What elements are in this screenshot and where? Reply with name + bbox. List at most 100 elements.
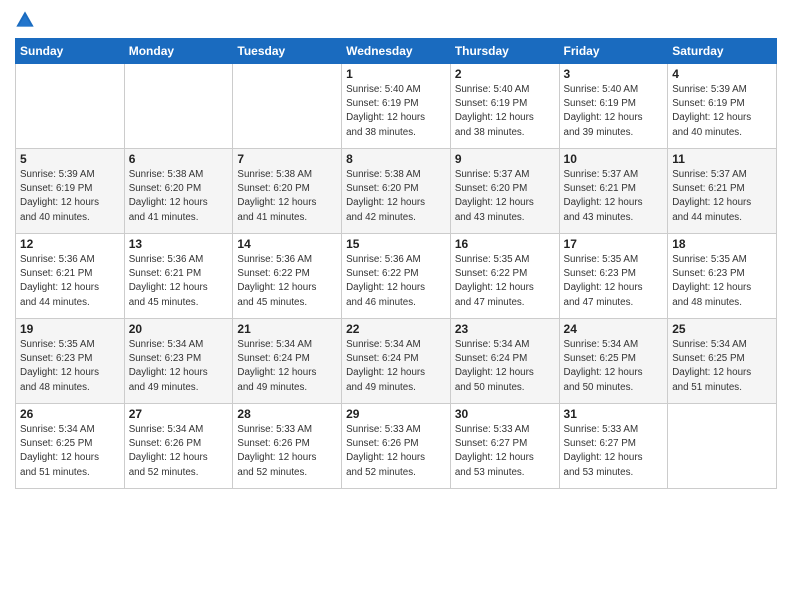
week-row-3: 12 Sunrise: 5:36 AM Sunset: 6:21 PM Dayli… <box>16 234 777 319</box>
day-cell: 26Sunrise: 5:34 AM Sunset: 6:25 PM Dayli… <box>16 404 125 489</box>
day-info: Sunrise: 5:35 AM Sunset: 6:23 PM Dayligh… <box>564 253 664 310</box>
day-info: Sunrise: 5:33 AM Sunset: 6:27 PM Dayligh… <box>564 423 664 480</box>
day-cell <box>668 404 777 489</box>
day-info: Sunrise: 5:39 AM Sunset: 6:19 PM Dayligh… <box>672 83 772 140</box>
day-info: Sunrise: 5:33 AM Sunset: 6:27 PM Dayligh… <box>455 423 555 480</box>
day-number: 6 <box>129 152 229 166</box>
day-cell: 30 Sunrise: 5:33 AM Sunset: 6:27 PM Dayli… <box>450 404 559 489</box>
day-number: 30 <box>455 407 555 421</box>
day-cell: 1 Sunrise: 5:40 AM Sunset: 6:19 PM Daylig… <box>342 64 451 149</box>
day-info: Sunrise: 5:37 AM Sunset: 6:21 PM Dayligh… <box>564 168 664 225</box>
day-info: Sunrise: 5:38 AM Sunset: 6:20 PM Dayligh… <box>237 168 337 225</box>
day-cell: 11Sunrise: 5:37 AM Sunset: 6:21 PM Dayli… <box>668 149 777 234</box>
day-number: 7 <box>237 152 337 166</box>
weekday-header-monday: Monday <box>124 39 233 64</box>
day-cell: 15 Sunrise: 5:36 AM Sunset: 6:22 PM Dayli… <box>342 234 451 319</box>
day-info: Sunrise: 5:39 AM Sunset: 6:19 PM Dayligh… <box>20 168 120 225</box>
day-info: Sunrise: 5:33 AM Sunset: 6:26 PM Dayligh… <box>346 423 446 480</box>
header <box>15 10 777 30</box>
day-number: 4 <box>672 67 772 81</box>
day-info: Sunrise: 5:36 AM Sunset: 6:22 PM Dayligh… <box>346 253 446 310</box>
logo <box>15 10 39 30</box>
day-number: 25 <box>672 322 772 336</box>
day-cell: 17 Sunrise: 5:35 AM Sunset: 6:23 PM Dayli… <box>559 234 668 319</box>
day-info: Sunrise: 5:36 AM Sunset: 6:22 PM Dayligh… <box>237 253 337 310</box>
day-info: Sunrise: 5:40 AM Sunset: 6:19 PM Dayligh… <box>455 83 555 140</box>
weekday-header-wednesday: Wednesday <box>342 39 451 64</box>
day-number: 18 <box>672 237 772 251</box>
day-cell: 2 Sunrise: 5:40 AM Sunset: 6:19 PM Daylig… <box>450 64 559 149</box>
day-cell: 21Sunrise: 5:34 AM Sunset: 6:24 PM Dayli… <box>233 319 342 404</box>
day-number: 24 <box>564 322 664 336</box>
day-cell: 20 Sunrise: 5:34 AM Sunset: 6:23 PM Dayli… <box>124 319 233 404</box>
day-number: 12 <box>20 237 120 251</box>
day-info: Sunrise: 5:40 AM Sunset: 6:19 PM Dayligh… <box>346 83 446 140</box>
day-cell: 23 Sunrise: 5:34 AM Sunset: 6:24 PM Dayli… <box>450 319 559 404</box>
day-number: 17 <box>564 237 664 251</box>
day-cell: 4 Sunrise: 5:39 AM Sunset: 6:19 PM Daylig… <box>668 64 777 149</box>
day-info: Sunrise: 5:33 AM Sunset: 6:26 PM Dayligh… <box>237 423 337 480</box>
day-number: 5 <box>20 152 120 166</box>
day-cell: 9Sunrise: 5:37 AM Sunset: 6:20 PM Daylig… <box>450 149 559 234</box>
day-number: 19 <box>20 322 120 336</box>
day-cell: 29Sunrise: 5:33 AM Sunset: 6:26 PM Dayli… <box>342 404 451 489</box>
day-info: Sunrise: 5:34 AM Sunset: 6:24 PM Dayligh… <box>346 338 446 395</box>
day-info: Sunrise: 5:35 AM Sunset: 6:23 PM Dayligh… <box>672 253 772 310</box>
day-number: 3 <box>564 67 664 81</box>
day-cell: 24 Sunrise: 5:34 AM Sunset: 6:25 PM Dayli… <box>559 319 668 404</box>
day-number: 31 <box>564 407 664 421</box>
day-cell: 10 Sunrise: 5:37 AM Sunset: 6:21 PM Dayli… <box>559 149 668 234</box>
calendar: SundayMondayTuesdayWednesdayThursdayFrid… <box>15 38 777 489</box>
weekday-header-saturday: Saturday <box>668 39 777 64</box>
day-info: Sunrise: 5:37 AM Sunset: 6:21 PM Dayligh… <box>672 168 772 225</box>
day-info: Sunrise: 5:34 AM Sunset: 6:24 PM Dayligh… <box>455 338 555 395</box>
day-info: Sunrise: 5:34 AM Sunset: 6:23 PM Dayligh… <box>129 338 229 395</box>
day-cell: 8Sunrise: 5:38 AM Sunset: 6:20 PM Daylig… <box>342 149 451 234</box>
week-row-4: 19Sunrise: 5:35 AM Sunset: 6:23 PM Dayli… <box>16 319 777 404</box>
day-info: Sunrise: 5:36 AM Sunset: 6:21 PM Dayligh… <box>20 253 120 310</box>
day-cell: 12 Sunrise: 5:36 AM Sunset: 6:21 PM Dayli… <box>16 234 125 319</box>
day-number: 1 <box>346 67 446 81</box>
day-info: Sunrise: 5:34 AM Sunset: 6:24 PM Dayligh… <box>237 338 337 395</box>
day-cell <box>233 64 342 149</box>
day-number: 23 <box>455 322 555 336</box>
day-cell: 7 Sunrise: 5:38 AM Sunset: 6:20 PM Daylig… <box>233 149 342 234</box>
day-number: 22 <box>346 322 446 336</box>
page: SundayMondayTuesdayWednesdayThursdayFrid… <box>0 0 792 612</box>
day-info: Sunrise: 5:34 AM Sunset: 6:25 PM Dayligh… <box>672 338 772 395</box>
day-info: Sunrise: 5:34 AM Sunset: 6:25 PM Dayligh… <box>564 338 664 395</box>
day-cell: 3 Sunrise: 5:40 AM Sunset: 6:19 PM Daylig… <box>559 64 668 149</box>
day-cell: 5 Sunrise: 5:39 AM Sunset: 6:19 PM Daylig… <box>16 149 125 234</box>
day-cell: 22 Sunrise: 5:34 AM Sunset: 6:24 PM Dayli… <box>342 319 451 404</box>
day-cell: 16Sunrise: 5:35 AM Sunset: 6:22 PM Dayli… <box>450 234 559 319</box>
day-cell: 6 Sunrise: 5:38 AM Sunset: 6:20 PM Daylig… <box>124 149 233 234</box>
day-cell: 18 Sunrise: 5:35 AM Sunset: 6:23 PM Dayli… <box>668 234 777 319</box>
day-cell: 25 Sunrise: 5:34 AM Sunset: 6:25 PM Dayli… <box>668 319 777 404</box>
day-number: 28 <box>237 407 337 421</box>
day-number: 16 <box>455 237 555 251</box>
day-number: 26 <box>20 407 120 421</box>
week-row-2: 5 Sunrise: 5:39 AM Sunset: 6:19 PM Daylig… <box>16 149 777 234</box>
day-info: Sunrise: 5:38 AM Sunset: 6:20 PM Dayligh… <box>129 168 229 225</box>
day-number: 15 <box>346 237 446 251</box>
day-info: Sunrise: 5:36 AM Sunset: 6:21 PM Dayligh… <box>129 253 229 310</box>
day-cell <box>124 64 233 149</box>
day-cell: 13 Sunrise: 5:36 AM Sunset: 6:21 PM Dayli… <box>124 234 233 319</box>
day-cell: 28 Sunrise: 5:33 AM Sunset: 6:26 PM Dayli… <box>233 404 342 489</box>
day-cell: 19Sunrise: 5:35 AM Sunset: 6:23 PM Dayli… <box>16 319 125 404</box>
week-row-5: 26Sunrise: 5:34 AM Sunset: 6:25 PM Dayli… <box>16 404 777 489</box>
day-info: Sunrise: 5:40 AM Sunset: 6:19 PM Dayligh… <box>564 83 664 140</box>
day-info: Sunrise: 5:37 AM Sunset: 6:20 PM Dayligh… <box>455 168 555 225</box>
day-number: 20 <box>129 322 229 336</box>
day-number: 13 <box>129 237 229 251</box>
day-info: Sunrise: 5:38 AM Sunset: 6:20 PM Dayligh… <box>346 168 446 225</box>
weekday-header-row: SundayMondayTuesdayWednesdayThursdayFrid… <box>16 39 777 64</box>
day-number: 2 <box>455 67 555 81</box>
day-cell: 14Sunrise: 5:36 AM Sunset: 6:22 PM Dayli… <box>233 234 342 319</box>
day-number: 27 <box>129 407 229 421</box>
week-row-1: 1 Sunrise: 5:40 AM Sunset: 6:19 PM Daylig… <box>16 64 777 149</box>
weekday-header-sunday: Sunday <box>16 39 125 64</box>
day-number: 10 <box>564 152 664 166</box>
logo-icon <box>15 10 35 30</box>
day-cell: 31 Sunrise: 5:33 AM Sunset: 6:27 PM Dayli… <box>559 404 668 489</box>
